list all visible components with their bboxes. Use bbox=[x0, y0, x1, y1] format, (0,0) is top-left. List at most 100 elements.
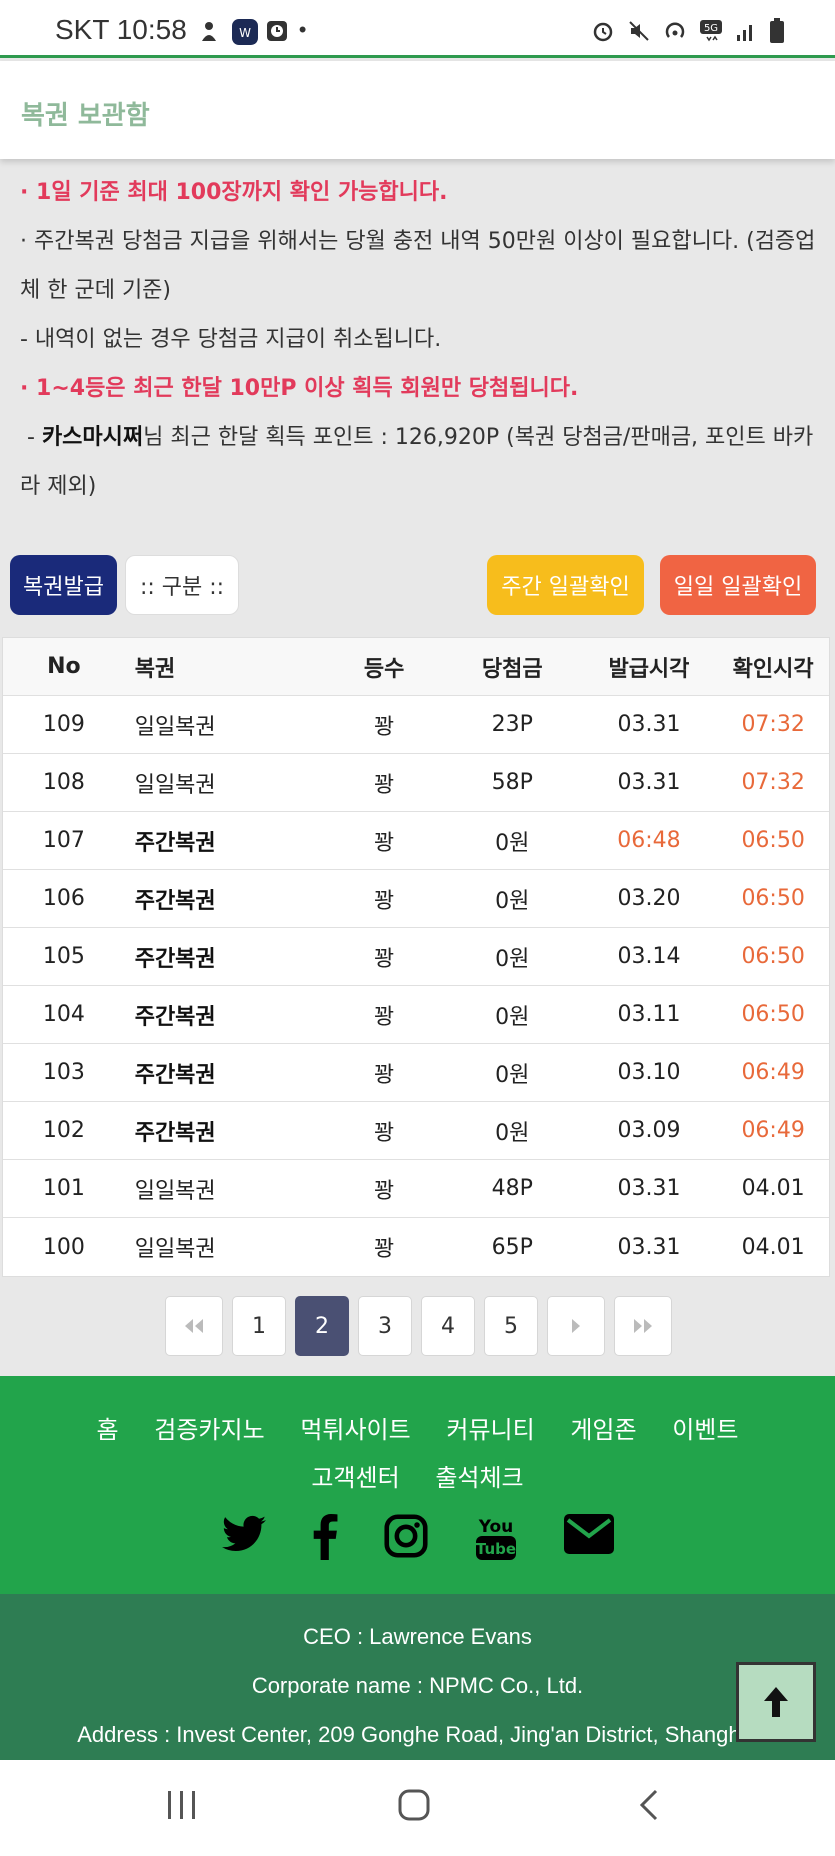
notice-line-4: · 1~4등은 최근 한달 10만P 이상 획득 회원만 당첨됩니다. bbox=[20, 376, 579, 401]
signal-icon bbox=[735, 20, 757, 46]
page-5-button[interactable]: 5 bbox=[484, 1296, 538, 1356]
cell-issued: 03.10 bbox=[617, 1060, 681, 1085]
home-nav-icon[interactable] bbox=[397, 1788, 431, 1826]
app-icon: W bbox=[231, 18, 258, 45]
footer-link-verified-casino[interactable]: 검증카지노 bbox=[154, 1416, 264, 1444]
cell-rank: 꽝 bbox=[373, 830, 395, 856]
weekly-check-all-button[interactable]: 주간 일괄확인 bbox=[487, 555, 644, 615]
table-row[interactable]: 109 일일복권 꽝 23P 03.31 07:32 bbox=[3, 696, 829, 754]
table-row[interactable]: 105 주간복권 꽝 0원 03.14 06:50 bbox=[3, 928, 829, 986]
table-row[interactable]: 101 일일복권 꽝 48P 03.31 04.01 bbox=[3, 1160, 829, 1218]
footer-link-game-zone[interactable]: 게임존 bbox=[570, 1416, 636, 1444]
cell-rank: 꽝 bbox=[373, 888, 395, 914]
table-row[interactable]: 108 일일복권 꽝 58P 03.31 07:32 bbox=[3, 754, 829, 812]
cell-no: 101 bbox=[42, 1176, 85, 1201]
pagination: 1 2 3 4 5 bbox=[165, 1296, 672, 1356]
ceo-text: CEO : Lawrence Evans bbox=[303, 1624, 532, 1649]
notice-line-2: · 주간복권 당첨금 지급을 위해서는 당월 충전 내역 50만원 이상이 필요… bbox=[20, 229, 816, 303]
mail-icon[interactable] bbox=[563, 1514, 614, 1566]
cell-lottery: 주간복권 bbox=[134, 1062, 216, 1088]
page-3-button[interactable]: 3 bbox=[358, 1296, 412, 1356]
page-header: 복권 보관함 bbox=[0, 61, 835, 159]
cell-issued: 03.31 bbox=[617, 770, 681, 795]
alarm-icon bbox=[591, 19, 615, 47]
company-info: CEO : Lawrence Evans Corporate name : NP… bbox=[0, 1594, 835, 1760]
svg-text:W: W bbox=[239, 26, 251, 40]
table-row[interactable]: 103 주간복권 꽝 0원 03.10 06:49 bbox=[3, 1044, 829, 1102]
daily-check-all-button[interactable]: 일일 일괄확인 bbox=[660, 555, 816, 615]
cell-no: 108 bbox=[42, 770, 85, 795]
double-chevron-right-icon bbox=[634, 1319, 652, 1333]
table-row[interactable]: 106 주간복권 꽝 0원 03.20 06:50 bbox=[3, 870, 829, 928]
cell-issued: 06:48 bbox=[617, 828, 681, 853]
header-checked-time: 확인시각 bbox=[732, 656, 814, 682]
header-lottery: 복권 bbox=[134, 656, 176, 682]
cell-lottery: 주간복권 bbox=[134, 888, 216, 914]
recent-apps-icon[interactable] bbox=[166, 1788, 198, 1826]
header-prize: 당첨금 bbox=[481, 656, 543, 682]
footer-link-home[interactable]: 홈 bbox=[97, 1416, 119, 1444]
status-bar: SKT 10:58 W • 5G bbox=[0, 0, 835, 58]
hotspot-icon bbox=[663, 19, 687, 47]
cell-no: 105 bbox=[42, 944, 85, 969]
cell-lottery: 주간복권 bbox=[134, 1120, 216, 1146]
footer-link-event[interactable]: 이벤트 bbox=[672, 1416, 738, 1444]
footer-link-attendance[interactable]: 출석체크 bbox=[435, 1464, 523, 1492]
table-header-row: No 복권 등수 당첨금 발급시각 확인시각 bbox=[3, 638, 829, 696]
status-left: SKT 10:58 W • bbox=[55, 14, 307, 46]
issue-lottery-button[interactable]: 복권발급 bbox=[10, 555, 117, 615]
cell-no: 107 bbox=[42, 828, 85, 853]
chevron-right-icon bbox=[572, 1319, 580, 1333]
page-1-button[interactable]: 1 bbox=[232, 1296, 286, 1356]
cell-checked: 06:49 bbox=[741, 1118, 805, 1143]
notice-line-5-prefix: - bbox=[20, 425, 42, 450]
cell-issued: 03.20 bbox=[617, 886, 681, 911]
cell-checked: 07:32 bbox=[741, 712, 805, 737]
cell-issued: 03.14 bbox=[617, 944, 681, 969]
person-icon bbox=[197, 18, 221, 42]
cell-lottery: 일일복권 bbox=[134, 714, 216, 740]
instagram-icon[interactable] bbox=[383, 1514, 428, 1566]
table-row[interactable]: 102 주간복권 꽝 0원 03.09 06:49 bbox=[3, 1102, 829, 1160]
scroll-to-top-button[interactable] bbox=[736, 1662, 816, 1742]
cell-rank: 꽝 bbox=[373, 1120, 395, 1146]
facebook-icon[interactable] bbox=[312, 1514, 338, 1566]
cell-rank: 꽝 bbox=[373, 772, 395, 798]
footer-link-customer-center[interactable]: 고객센터 bbox=[311, 1464, 399, 1492]
cell-lottery: 일일복권 bbox=[134, 772, 216, 798]
table-row[interactable]: 107 주간복권 꽝 0원 06:48 06:50 bbox=[3, 812, 829, 870]
footer-link-community[interactable]: 커뮤니티 bbox=[446, 1416, 534, 1444]
arrow-up-icon bbox=[764, 1687, 788, 1717]
category-select[interactable]: :: 구분 :: bbox=[125, 555, 239, 615]
cell-no: 100 bbox=[42, 1234, 85, 1260]
cell-lottery: 주간복권 bbox=[134, 830, 216, 856]
cell-issued: 03.31 bbox=[617, 1176, 681, 1201]
next-page-button[interactable] bbox=[547, 1296, 605, 1356]
page-4-button[interactable]: 4 bbox=[421, 1296, 475, 1356]
cell-no: 106 bbox=[42, 886, 85, 911]
page-2-button[interactable]: 2 bbox=[295, 1296, 349, 1356]
table-row[interactable]: 100 일일복권 꽝 65P 03.31 04.01 bbox=[3, 1218, 829, 1276]
cell-lottery: 일일복권 bbox=[134, 1237, 216, 1262]
cell-rank: 꽝 bbox=[373, 1178, 395, 1204]
cell-lottery: 주간복권 bbox=[134, 946, 216, 972]
header-issued-time: 발급시각 bbox=[608, 656, 690, 682]
first-page-button[interactable] bbox=[165, 1296, 223, 1356]
cell-prize: 0원 bbox=[495, 1120, 530, 1146]
corporate-name-text: Corporate name : NPMC Co., Ltd. bbox=[251, 1673, 584, 1698]
status-right: 5G bbox=[591, 18, 785, 48]
double-chevron-left-icon bbox=[185, 1319, 203, 1333]
cell-rank: 꽝 bbox=[373, 1237, 395, 1262]
address-text: Address : Invest Center, 209 Gonghe Road… bbox=[77, 1722, 758, 1747]
cell-prize: 0원 bbox=[495, 946, 530, 972]
footer-link-scam-sites[interactable]: 먹튀사이트 bbox=[300, 1416, 410, 1444]
table-row[interactable]: 104 주간복권 꽝 0원 03.11 06:50 bbox=[3, 986, 829, 1044]
back-nav-icon[interactable] bbox=[638, 1788, 660, 1826]
social-links: You Tube bbox=[0, 1514, 835, 1566]
cell-checked: 06:50 bbox=[741, 828, 805, 853]
youtube-icon[interactable]: You Tube bbox=[474, 1514, 518, 1566]
cell-prize: 0원 bbox=[495, 1062, 530, 1088]
cell-checked: 04.01 bbox=[741, 1234, 805, 1260]
twitter-icon[interactable] bbox=[221, 1514, 266, 1566]
last-page-button[interactable] bbox=[614, 1296, 672, 1356]
